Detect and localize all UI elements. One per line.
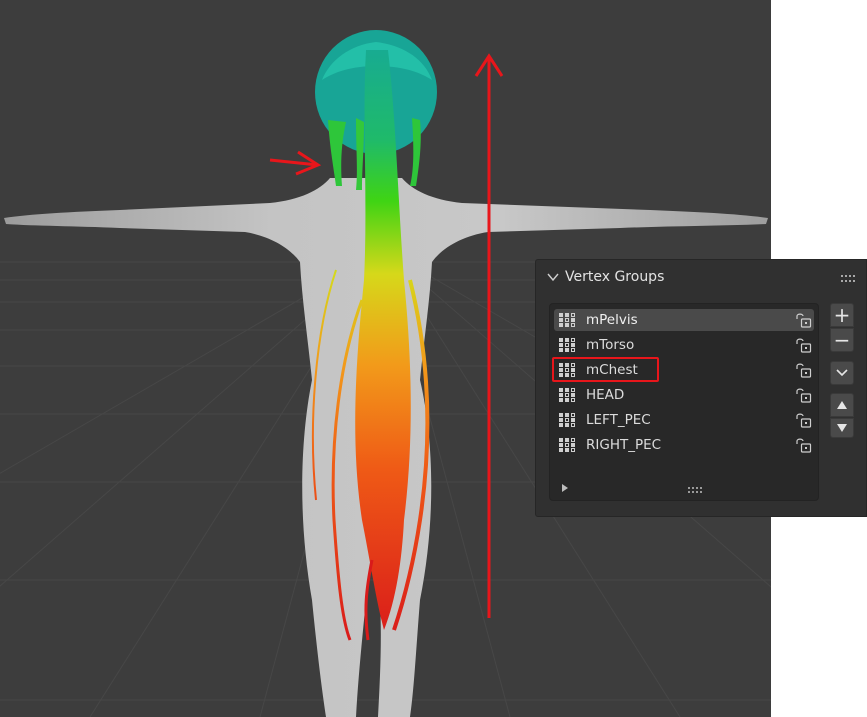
- vertex-group-label: HEAD: [586, 387, 625, 403]
- lock-open-icon[interactable]: [794, 337, 812, 353]
- add-vertex-group-button[interactable]: +: [830, 303, 854, 327]
- grip-dots-icon[interactable]: [841, 275, 855, 283]
- lock-open-icon[interactable]: [794, 362, 812, 378]
- triangle-down-icon: [837, 424, 847, 432]
- lock-open-icon[interactable]: [794, 437, 812, 453]
- vertex-group-label: LEFT_PEC: [586, 412, 651, 428]
- vertex-group-specials-button[interactable]: [830, 361, 854, 385]
- vertex-group-row-mtorso[interactable]: mTorso: [554, 334, 814, 356]
- lock-open-icon[interactable]: [794, 387, 812, 403]
- vertex-group-list[interactable]: mPelvis mTorso mChest HEAD LEFT_PEC RIGH…: [549, 303, 819, 501]
- chevron-down-icon[interactable]: [546, 270, 560, 284]
- move-up-button[interactable]: [830, 393, 854, 417]
- vertex-group-icon: [559, 438, 575, 452]
- vertex-group-row-head[interactable]: HEAD: [554, 384, 814, 406]
- chevron-down-icon: [836, 369, 848, 377]
- vertex-group-icon: [559, 388, 575, 402]
- vertex-group-label: mPelvis: [586, 312, 638, 328]
- annotation-highlight-box: [552, 357, 659, 382]
- vertex-groups-panel: Vertex Groups mPelvis mTorso mChest HEAD…: [535, 259, 867, 517]
- vertex-group-icon: [559, 413, 575, 427]
- vertex-group-row-left-pec[interactable]: LEFT_PEC: [554, 409, 814, 431]
- screenshot-root: Vertex Groups mPelvis mTorso mChest HEAD…: [0, 0, 867, 717]
- vertex-group-row-mpelvis[interactable]: mPelvis: [554, 309, 814, 331]
- vertex-group-row-right-pec[interactable]: RIGHT_PEC: [554, 434, 814, 456]
- move-down-button[interactable]: [830, 418, 854, 438]
- panel-title: Vertex Groups: [565, 269, 665, 285]
- remove-vertex-group-button[interactable]: −: [830, 328, 854, 352]
- lock-open-icon[interactable]: [794, 412, 812, 428]
- vertex-group-label: mTorso: [586, 337, 635, 353]
- panel-header[interactable]: Vertex Groups: [536, 260, 866, 296]
- triangle-up-icon: [837, 401, 847, 409]
- triangle-right-icon[interactable]: [561, 484, 569, 492]
- lock-open-icon[interactable]: [794, 312, 812, 328]
- vertex-group-icon: [559, 313, 575, 327]
- vertex-group-label: RIGHT_PEC: [586, 437, 662, 453]
- grip-dots-icon[interactable]: [688, 487, 702, 493]
- vertex-group-icon: [559, 338, 575, 352]
